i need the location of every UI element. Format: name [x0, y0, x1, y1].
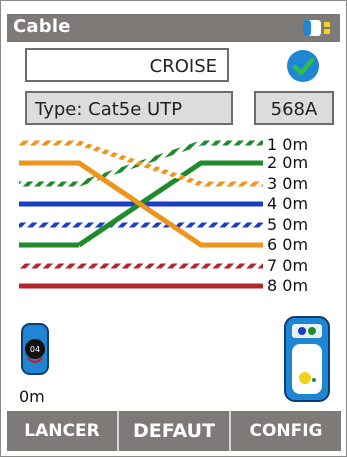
wiring-standard-label: 568A [270, 99, 318, 120]
tester-device-icon [284, 316, 330, 402]
softkey-lancer[interactable]: LANCER [7, 411, 119, 451]
title-bar: Cable [7, 14, 340, 42]
wire-label: 8 0m [267, 276, 309, 295]
wiring-standard-button[interactable]: 568A [254, 91, 334, 125]
wire-label: 1 0m [267, 135, 309, 154]
result-value: CROISE [149, 56, 217, 77]
remote-distance: 0m [19, 387, 45, 406]
wire-label: 4 0m [267, 194, 309, 213]
cable-type-button[interactable]: Type: Cat5e UTP [25, 91, 233, 125]
wire-label: 3 0m [267, 174, 309, 193]
page-title: Cable [13, 16, 71, 37]
cable-type-label: Type: Cat5e UTP [35, 99, 183, 120]
softkey-config[interactable]: CONFIG [231, 411, 341, 451]
screen-frame: Cable CROISE Type: Cat5e UTP 568A 1 0m 2… [0, 0, 347, 457]
battery-icon [303, 20, 330, 36]
softkey-defaut[interactable]: DEFAUT [119, 411, 231, 451]
remote-unit-icon: 04 [21, 323, 49, 375]
wire-label: 5 0m [267, 215, 309, 234]
wire-label: 6 0m [267, 235, 309, 254]
wire-label: 7 0m [267, 256, 309, 275]
svg-text:04: 04 [30, 345, 40, 354]
wiremap: 1 0m 2 0m 3 0m 4 0m 5 0m 6 0m 7 0m 8 0m [1, 129, 347, 299]
check-circle-icon [287, 50, 319, 82]
softkey-bar: LANCER DEFAUT CONFIG [7, 411, 341, 451]
result-field: CROISE [25, 48, 229, 82]
wire-label: 2 0m [267, 153, 309, 172]
